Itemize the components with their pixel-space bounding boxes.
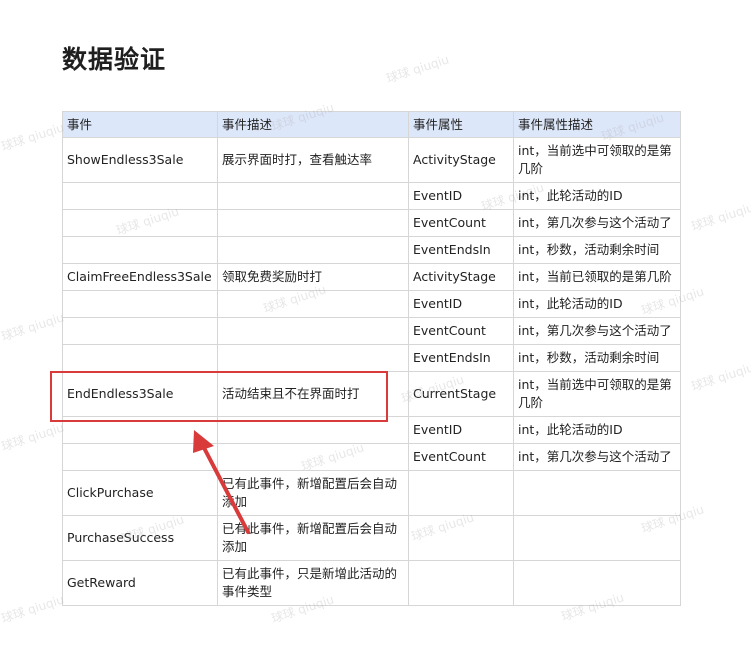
event-desc-cell	[217, 182, 409, 210]
table-row-highlighted: EndEndless3Sale 活动结束且不在界面时打 CurrentStage…	[62, 371, 681, 417]
event-desc-cell: 展示界面时打，查看触达率	[217, 137, 409, 183]
event-prop-desc-cell: int，第几次参与这个活动了	[513, 209, 681, 237]
watermark: 球球 qiuqiu	[0, 420, 66, 454]
event-desc-cell	[217, 416, 409, 444]
event-cell	[62, 317, 218, 345]
watermark: 球球 qiuqiu	[0, 120, 66, 154]
event-prop-desc-cell: int，秒数，活动剩余时间	[513, 236, 681, 264]
table-row: EventCount int，第几次参与这个活动了	[62, 209, 681, 237]
event-prop-desc-cell: int，第几次参与这个活动了	[513, 443, 681, 471]
header-event-prop: 事件属性	[408, 111, 514, 138]
table-header-row: 事件 事件描述 事件属性 事件属性描述	[62, 111, 681, 138]
event-cell: EndEndless3Sale	[62, 371, 218, 417]
event-cell	[62, 344, 218, 372]
event-prop-cell: EventCount	[408, 443, 514, 471]
event-prop-cell: ActivityStage	[408, 137, 514, 183]
event-desc-cell: 已有此事件，新增配置后会自动添加	[217, 470, 409, 516]
event-prop-desc-cell: int，当前已领取的是第几阶	[513, 263, 681, 291]
event-cell: PurchaseSuccess	[62, 515, 218, 561]
watermark: 球球 qiuqiu	[0, 592, 66, 626]
event-prop-desc-cell: int，此轮活动的ID	[513, 290, 681, 318]
event-desc-cell	[217, 290, 409, 318]
table-row: EventCount int，第几次参与这个活动了	[62, 317, 681, 345]
event-desc-cell: 已有此事件，新增配置后会自动添加	[217, 515, 409, 561]
watermark: 球球 qiuqiu	[689, 360, 751, 394]
event-cell	[62, 416, 218, 444]
event-cell: ClaimFreeEndless3Sale	[62, 263, 218, 291]
watermark: 球球 qiuqiu	[689, 200, 751, 234]
table-row: EventID int，此轮活动的ID	[62, 182, 681, 210]
event-cell: ShowEndless3Sale	[62, 137, 218, 183]
event-prop-cell: EventID	[408, 182, 514, 210]
table-row: EventEndsIn int，秒数，活动剩余时间	[62, 236, 681, 264]
event-cell: GetReward	[62, 560, 218, 606]
event-cell	[62, 182, 218, 210]
event-cell	[62, 290, 218, 318]
table-row: EventID int，此轮活动的ID	[62, 416, 681, 444]
event-desc-cell	[217, 443, 409, 471]
event-prop-desc-cell: int，第几次参与这个活动了	[513, 317, 681, 345]
event-prop-desc-cell: int，秒数，活动剩余时间	[513, 344, 681, 372]
event-prop-cell: EventCount	[408, 317, 514, 345]
event-prop-cell: CurrentStage	[408, 371, 514, 417]
table-row: ShowEndless3Sale 展示界面时打，查看触达率 ActivitySt…	[62, 137, 681, 183]
event-prop-cell: EventID	[408, 416, 514, 444]
event-cell: ClickPurchase	[62, 470, 218, 516]
header-event: 事件	[62, 111, 218, 138]
event-prop-desc-cell	[513, 470, 681, 516]
event-cell	[62, 209, 218, 237]
header-event-desc: 事件描述	[217, 111, 409, 138]
event-table: 事件 事件描述 事件属性 事件属性描述 ShowEndless3Sale 展示界…	[62, 111, 681, 606]
event-prop-desc-cell: int，当前选中可领取的是第几阶	[513, 137, 681, 183]
watermark: 球球 qiuqiu	[384, 52, 451, 86]
event-desc-cell	[217, 236, 409, 264]
event-desc-cell: 活动结束且不在界面时打	[217, 371, 409, 417]
event-prop-desc-cell: int，此轮活动的ID	[513, 182, 681, 210]
event-desc-cell: 领取免费奖励时打	[217, 263, 409, 291]
table-row: ClaimFreeEndless3Sale 领取免费奖励时打 ActivityS…	[62, 263, 681, 291]
event-desc-cell	[217, 344, 409, 372]
event-desc-cell	[217, 317, 409, 345]
event-prop-cell: EventID	[408, 290, 514, 318]
table-row: EventEndsIn int，秒数，活动剩余时间	[62, 344, 681, 372]
event-prop-desc-cell: int，此轮活动的ID	[513, 416, 681, 444]
event-prop-cell: EventCount	[408, 209, 514, 237]
event-prop-desc-cell	[513, 560, 681, 606]
event-prop-cell	[408, 560, 514, 606]
event-prop-cell: EventEndsIn	[408, 236, 514, 264]
event-cell	[62, 443, 218, 471]
watermark: 球球 qiuqiu	[0, 310, 66, 344]
table-row: EventCount int，第几次参与这个活动了	[62, 443, 681, 471]
event-desc-cell: 已有此事件，只是新增此活动的事件类型	[217, 560, 409, 606]
table-row: EventID int，此轮活动的ID	[62, 290, 681, 318]
table-row: ClickPurchase 已有此事件，新增配置后会自动添加	[62, 470, 681, 516]
event-prop-desc-cell: int，当前选中可领取的是第几阶	[513, 371, 681, 417]
document-page: 数据验证 事件 事件描述 事件属性 事件属性描述 ShowEndless3Sal…	[0, 0, 751, 655]
event-prop-desc-cell	[513, 515, 681, 561]
event-prop-cell	[408, 515, 514, 561]
event-desc-cell	[217, 209, 409, 237]
event-cell	[62, 236, 218, 264]
table-row: PurchaseSuccess 已有此事件，新增配置后会自动添加	[62, 515, 681, 561]
page-title: 数据验证	[62, 45, 167, 74]
event-prop-cell: EventEndsIn	[408, 344, 514, 372]
table-row: GetReward 已有此事件，只是新增此活动的事件类型	[62, 560, 681, 606]
event-prop-cell: ActivityStage	[408, 263, 514, 291]
header-event-prop-desc: 事件属性描述	[513, 111, 681, 138]
event-prop-cell	[408, 470, 514, 516]
